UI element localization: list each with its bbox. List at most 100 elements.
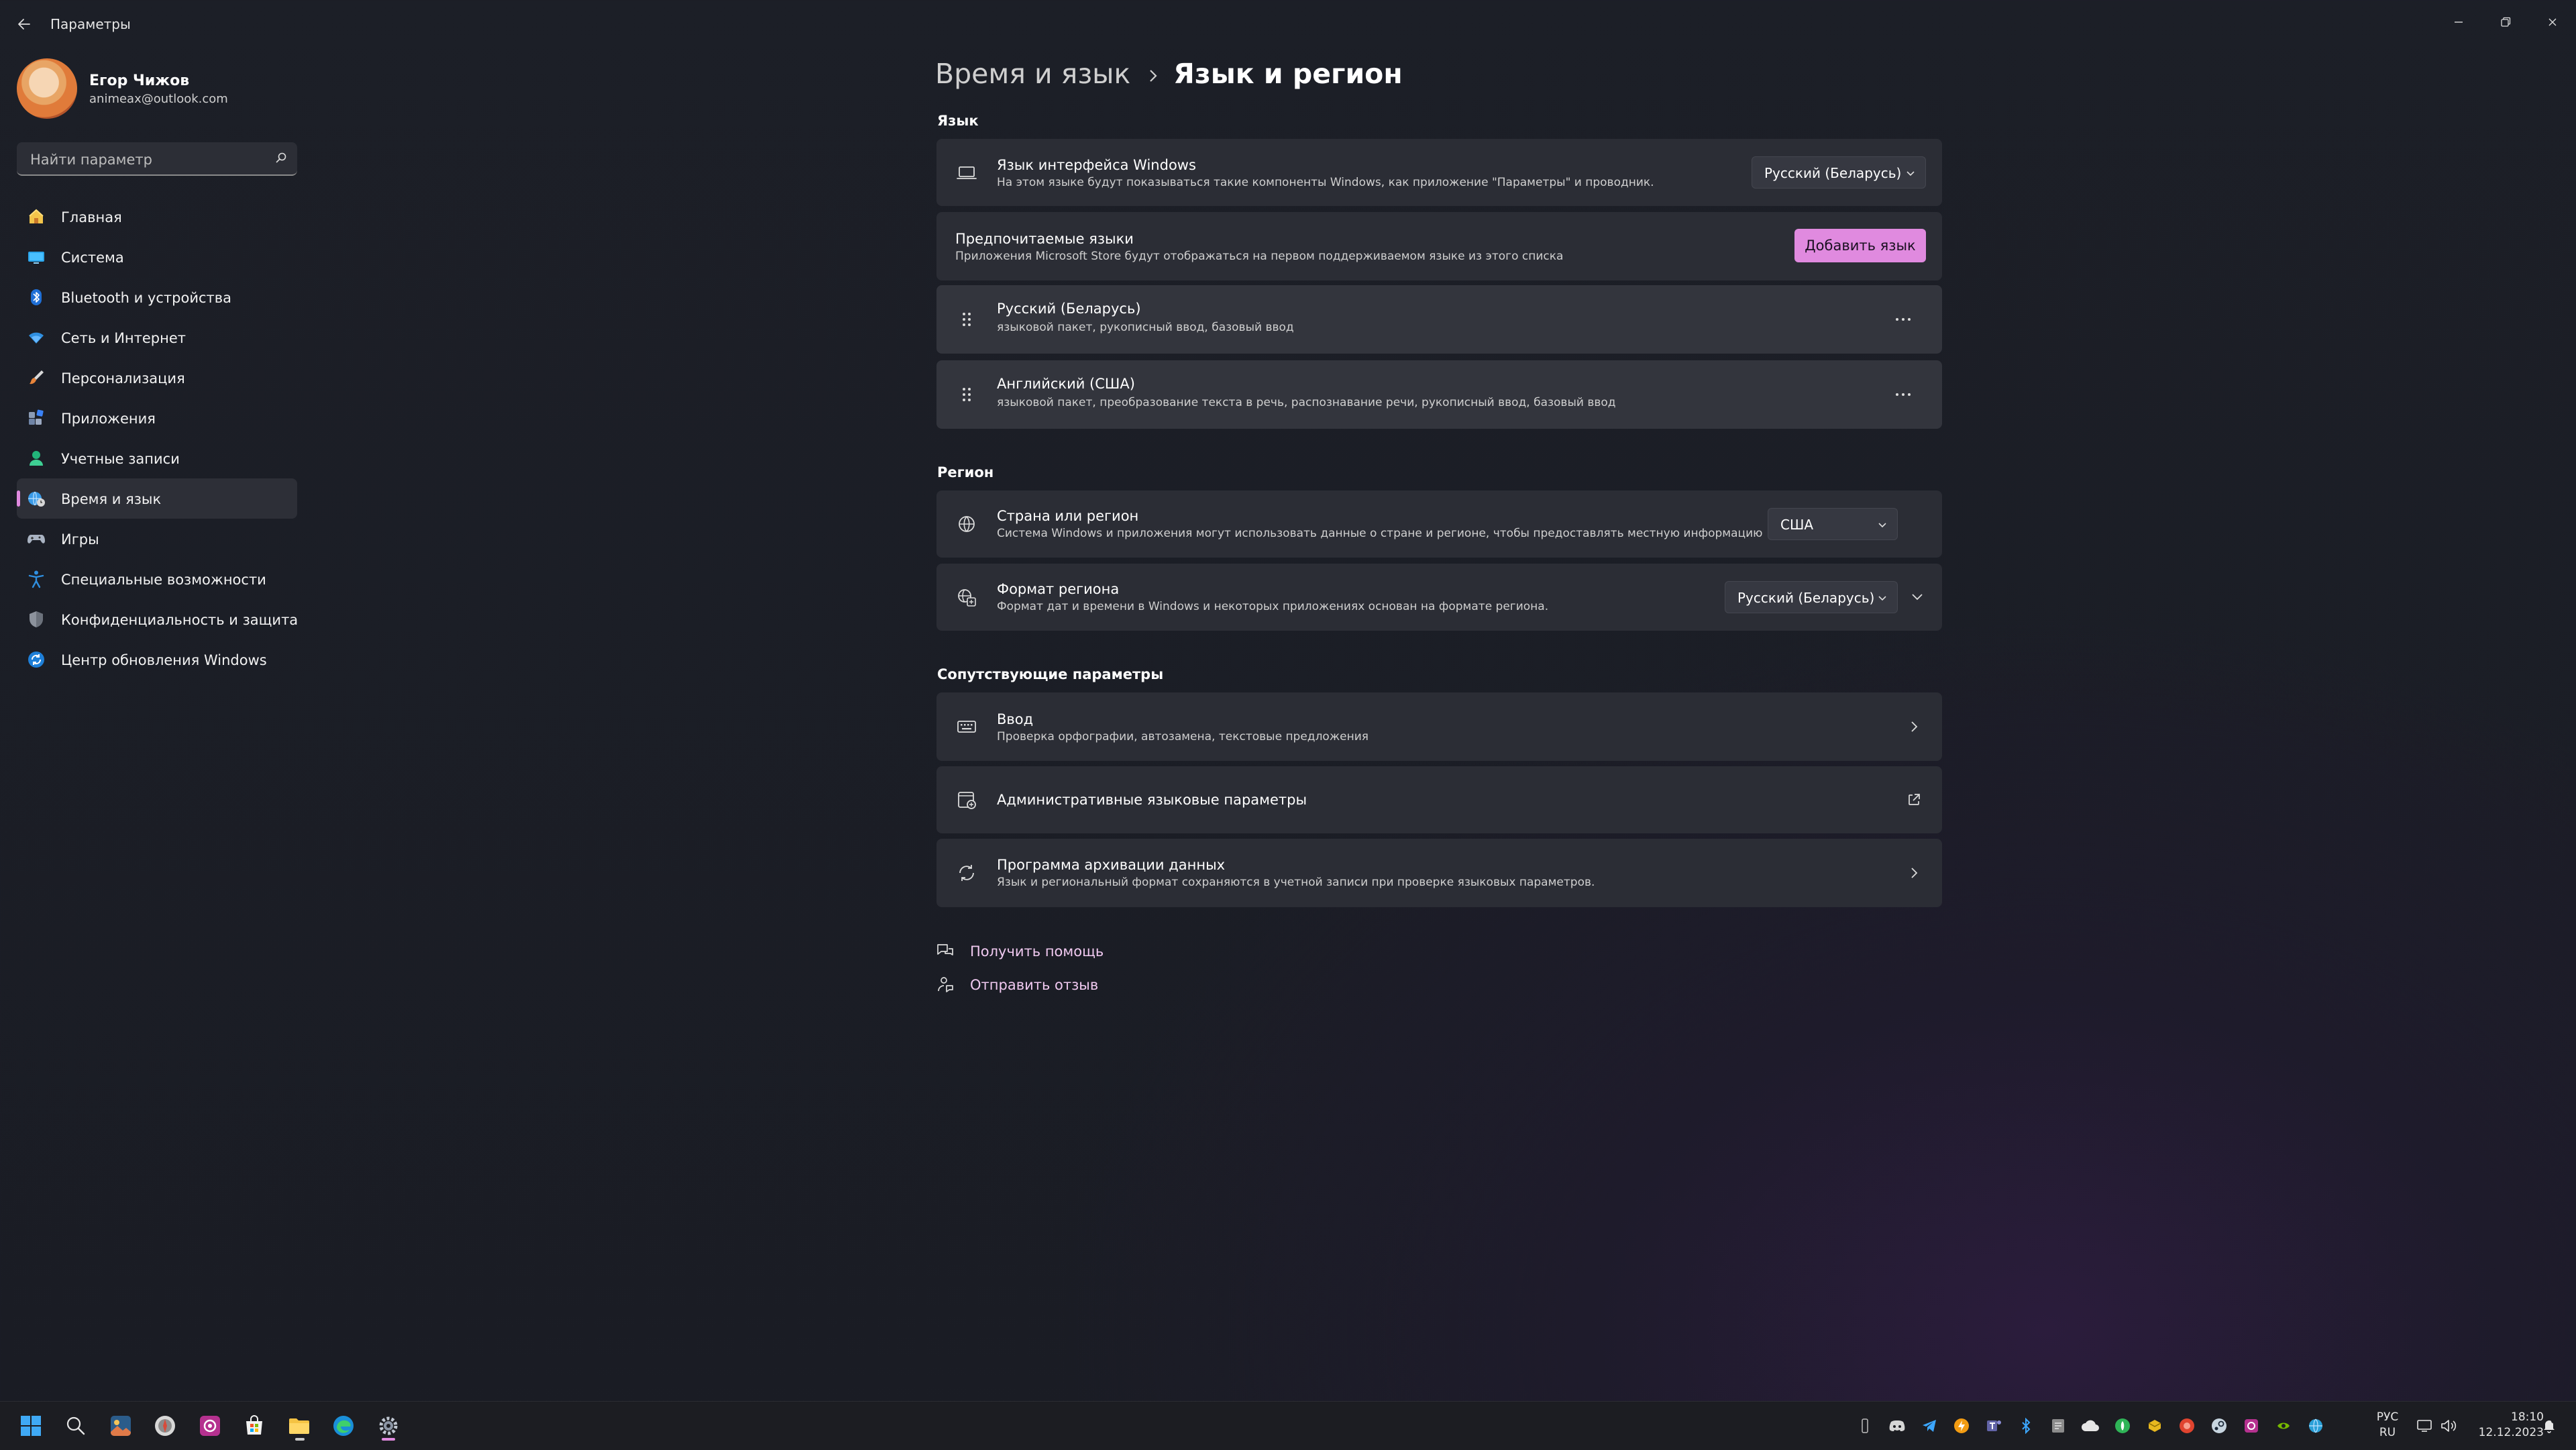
admin-settings-icon [955, 788, 978, 811]
lightning-app-icon[interactable] [1952, 1416, 1971, 1435]
sidebar-item-label: Главная [61, 209, 122, 225]
sidebar-nav: Главная Система Bluetooth и устройства С… [17, 197, 299, 680]
search-input[interactable] [29, 150, 273, 169]
chevron-down-icon [1905, 168, 1916, 178]
discord-icon[interactable] [1888, 1416, 1907, 1435]
sidebar-item-windows-update[interactable]: Центр обновления Windows [17, 639, 297, 680]
country-dropdown[interactable]: США [1768, 508, 1898, 540]
more-icon [1896, 393, 1911, 396]
sidebar-item-personalization[interactable]: Персонализация [17, 358, 297, 398]
sidebar-item-home[interactable]: Главная [17, 197, 297, 237]
taskbar-app-photos[interactable] [105, 1410, 137, 1442]
sidebar-item-privacy[interactable]: Конфиденциальность и защита [17, 599, 299, 639]
backup-link-card[interactable]: Программа архивации данных Язык и регион… [936, 839, 1942, 907]
app-title: Параметры [50, 16, 131, 32]
nvidia-icon[interactable] [2274, 1416, 2293, 1435]
red-app-icon[interactable] [2178, 1416, 2196, 1435]
teams-icon[interactable] [1984, 1416, 2003, 1435]
get-help-text[interactable]: Получить помощь [970, 943, 1104, 960]
pink-tray-icon[interactable] [2242, 1416, 2261, 1435]
apps-icon [27, 409, 46, 427]
sidebar-item-label: Конфиденциальность и защита [61, 612, 299, 628]
more-options-button[interactable] [1890, 306, 1917, 333]
card-title: Ввод [997, 711, 1034, 727]
more-options-button[interactable] [1890, 381, 1917, 408]
notification-bell-icon[interactable] [2540, 1416, 2559, 1435]
close-button[interactable] [2529, 5, 2576, 39]
telegram-icon[interactable] [1920, 1416, 1939, 1435]
display-language-card: Язык интерфейса Windows На этом языке бу… [936, 139, 1942, 206]
more-icon [1896, 318, 1911, 321]
green-app-icon[interactable] [2113, 1416, 2132, 1435]
backup-icon [955, 862, 978, 884]
search-icon[interactable] [274, 151, 288, 164]
volume-icon[interactable] [2439, 1416, 2458, 1435]
globe-icon [955, 513, 978, 535]
language-row[interactable]: Английский (США) языковой пакет, преобра… [936, 360, 1942, 429]
get-help-link[interactable]: Получить помощь [935, 938, 1150, 965]
avatar[interactable] [17, 58, 77, 119]
preferred-languages-card: Предпочитаемые языки Приложения Microsof… [936, 212, 1942, 280]
typing-link-card[interactable]: Ввод Проверка орфографии, автозамена, те… [936, 692, 1942, 761]
sidebar-item-gaming[interactable]: Игры [17, 519, 297, 559]
network-icon[interactable] [2415, 1416, 2434, 1435]
region-format-icon [955, 586, 978, 609]
taskbar-app-pink[interactable] [194, 1410, 226, 1442]
region-format-dropdown[interactable]: Русский (Беларусь) [1725, 581, 1898, 613]
cloud-icon[interactable] [2081, 1416, 2100, 1435]
yellow-app-icon[interactable] [2145, 1416, 2164, 1435]
send-feedback-text[interactable]: Отправить отзыв [970, 977, 1098, 993]
sidebar-item-apps[interactable]: Приложения [17, 398, 297, 438]
restore-button[interactable] [2482, 5, 2529, 39]
globe-tray-icon[interactable] [2306, 1416, 2325, 1435]
system-clock[interactable]: 18:10 12.12.2023 [2463, 1410, 2544, 1441]
display-language-dropdown[interactable]: Русский (Беларусь) [1752, 156, 1926, 189]
usb-icon[interactable] [1856, 1416, 1874, 1435]
home-icon [27, 207, 46, 226]
language-name: Русский (Беларусь) [997, 301, 1141, 317]
admin-language-link-card[interactable]: Административные языковые параметры [936, 766, 1942, 833]
expand-chevron-icon[interactable] [1910, 589, 1925, 604]
taskbar-app-browser[interactable] [149, 1410, 181, 1442]
back-button[interactable] [13, 13, 35, 35]
taskbar-search-button[interactable] [60, 1410, 92, 1442]
search-box[interactable] [17, 142, 297, 176]
minimize-button[interactable] [2435, 5, 2482, 39]
shield-icon [27, 610, 46, 629]
breadcrumb-parent[interactable]: Время и язык [935, 58, 1130, 90]
add-language-button[interactable]: Добавить язык [1794, 229, 1926, 262]
taskbar-app-store[interactable] [238, 1410, 270, 1442]
sidebar-item-system[interactable]: Система [17, 237, 297, 277]
input-language-indicator[interactable]: РУС RU [2371, 1410, 2404, 1441]
chevron-right-icon [1906, 865, 1922, 881]
card-subtitle: Система Windows и приложения могут испол… [997, 527, 1763, 540]
send-feedback-link[interactable]: Отправить отзыв [935, 972, 1150, 998]
taskbar-app-edge[interactable] [327, 1410, 360, 1442]
sidebar-item-time-language[interactable]: Время и язык [17, 478, 297, 519]
help-chat-icon [935, 941, 955, 961]
taskbar-app-explorer[interactable] [283, 1410, 315, 1442]
sidebar-item-label: Bluetooth и устройства [61, 290, 231, 306]
sidebar-item-network[interactable]: Сеть и Интернет [17, 317, 297, 358]
keyboard-icon [955, 715, 978, 738]
breadcrumb: Время и язык Язык и регион [935, 58, 1403, 90]
sidebar-item-accessibility[interactable]: Специальные возможности [17, 559, 297, 599]
arrow-left-icon [18, 19, 30, 30]
card-title: Язык интерфейса Windows [997, 157, 1196, 173]
running-indicator [295, 1438, 305, 1441]
sidebar-item-bluetooth[interactable]: Bluetooth и устройства [17, 277, 297, 317]
bluetooth-icon [27, 288, 46, 307]
drag-handle-icon[interactable] [955, 308, 978, 331]
language-row[interactable]: Русский (Беларусь) языковой пакет, рукоп… [936, 285, 1942, 354]
laptop-icon [955, 161, 978, 184]
steam-icon[interactable] [2210, 1416, 2229, 1435]
close-icon [2548, 18, 2557, 26]
taskbar-app-settings[interactable] [372, 1410, 405, 1442]
person-icon [27, 449, 46, 468]
region-format-card[interactable]: Формат региона Формат дат и времени в Wi… [936, 564, 1942, 631]
storage-icon[interactable] [2049, 1416, 2068, 1435]
drag-handle-icon[interactable] [955, 383, 978, 406]
sidebar-item-accounts[interactable]: Учетные записи [17, 438, 297, 478]
start-button[interactable] [15, 1410, 47, 1442]
bluetooth-tray-icon[interactable] [2017, 1416, 2035, 1435]
